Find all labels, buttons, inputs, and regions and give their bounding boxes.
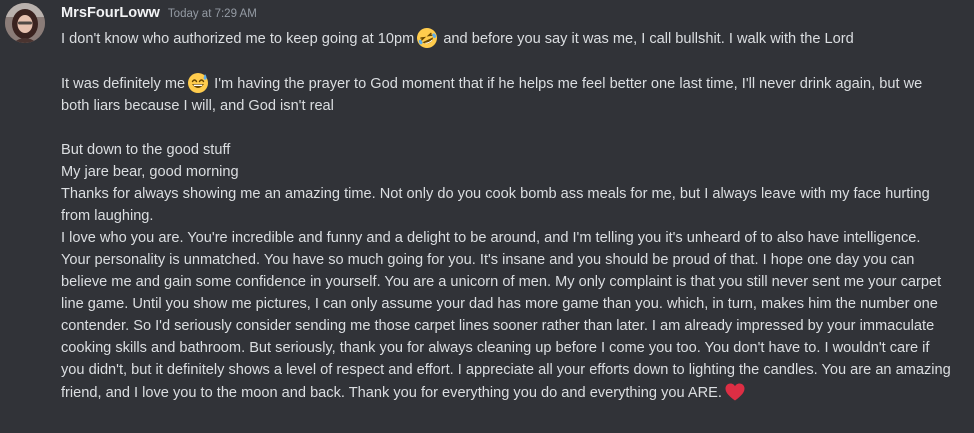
paragraph-2-text: It was definitely me: [61, 76, 186, 92]
message-header: MrsFourLoww Today at 7:29 AM: [61, 5, 257, 27]
paragraph-1-text: I don't know who authorized me to keep g…: [61, 31, 415, 47]
message-content: I don't know who authorized me to keep g…: [61, 27, 951, 404]
paragraph-2: It was definitely me I'm having the pray…: [61, 72, 951, 117]
red-heart-emoji-icon[interactable]: [724, 381, 746, 403]
paragraph-1: I don't know who authorized me to keep g…: [61, 27, 951, 50]
timestamp[interactable]: Today at 7:29 AM: [168, 8, 257, 20]
paragraph-1-continuation: and before you say it was me, I call bul…: [439, 31, 854, 47]
paragraph-3-line-2: My jare bear, good morning: [61, 164, 239, 180]
paragraph-3-line-3: Thanks for always showing me an amazing …: [61, 186, 930, 224]
paragraph-3-line-4-text: I love who you are. You're incredible an…: [61, 230, 951, 401]
user-avatar-image: [5, 3, 45, 43]
chat-message: MrsFourLoww Today at 7:29 AM I don't kno…: [0, 0, 974, 433]
grinning-sweat-emoji-icon[interactable]: [187, 72, 209, 94]
avatar[interactable]: [5, 3, 45, 43]
username[interactable]: MrsFourLoww: [61, 5, 160, 21]
paragraph-3-line-4: I love who you are. You're incredible an…: [61, 227, 951, 404]
paragraph-3-line-1: But down to the good stuff: [61, 142, 231, 158]
rolling-on-floor-laughing-emoji-icon[interactable]: [416, 27, 438, 49]
